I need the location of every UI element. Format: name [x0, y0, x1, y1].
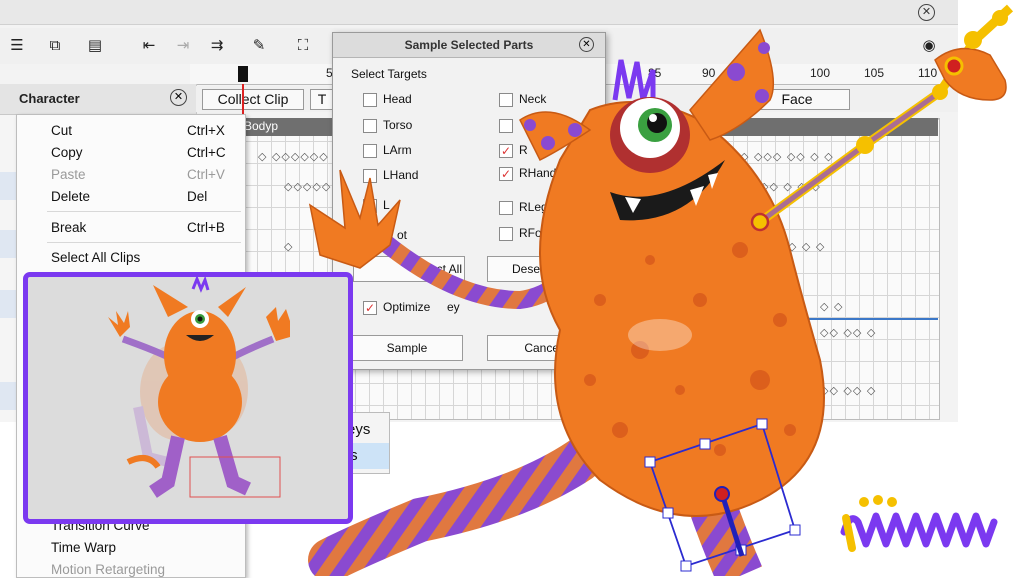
monster-left-leg: [308, 438, 602, 576]
wave-logo-icon: [840, 495, 998, 552]
monster-body: [539, 101, 825, 517]
monster-character-artwork: [308, 4, 1014, 576]
